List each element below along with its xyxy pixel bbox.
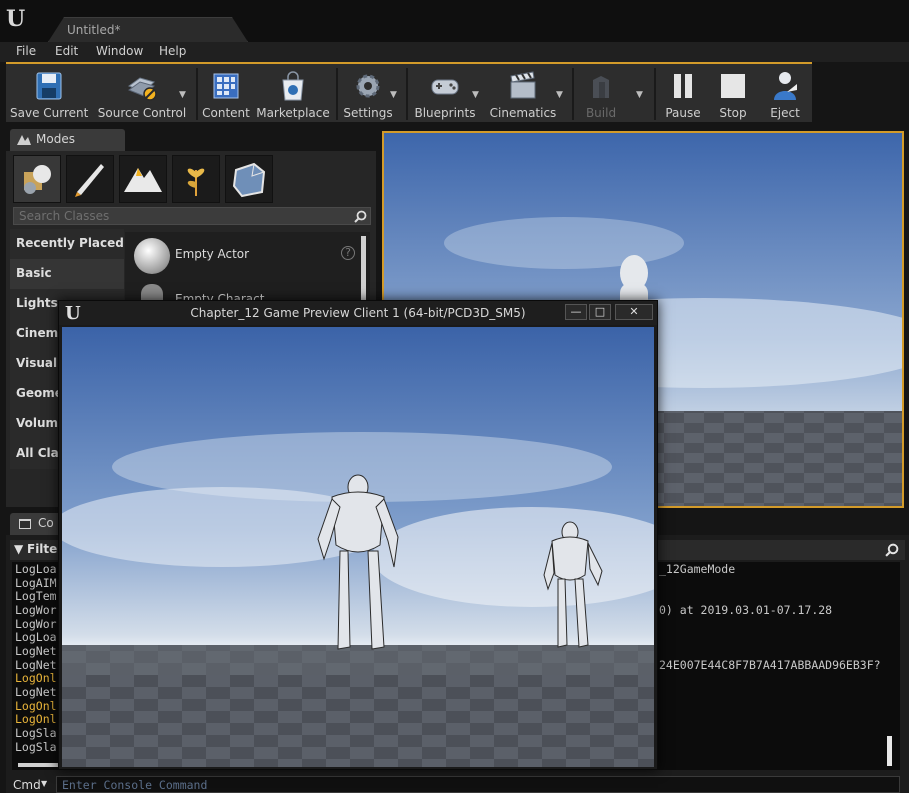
menu-bar: File Edit Window Help — [0, 42, 909, 62]
document-tab[interactable]: Untitled* — [48, 17, 248, 42]
source-control-button[interactable]: Source Control — [92, 66, 192, 122]
pause-icon — [674, 74, 692, 98]
toolbar-separator — [196, 68, 198, 120]
blueprints-icon — [431, 79, 459, 95]
game-preview-window[interactable]: U Chapter_12 Game Preview Client 1 (64-b… — [58, 300, 658, 770]
eject-button[interactable]: Eject — [760, 66, 810, 122]
eject-icon — [774, 72, 797, 100]
foliage-mode-icon[interactable] — [172, 155, 220, 203]
console-command-input[interactable]: Enter Console Command — [56, 776, 900, 793]
stop-button[interactable]: Stop — [710, 66, 756, 122]
log-line-tail: 0) at 2019.03.01-07.17.28 — [659, 603, 833, 617]
source-control-icon — [127, 77, 157, 101]
game-window-titlebar[interactable]: U Chapter_12 Game Preview Client 1 (64-b… — [59, 301, 657, 325]
console-icon — [19, 519, 31, 529]
log-line: LogSla — [15, 740, 57, 754]
geometry-mode-icon[interactable] — [225, 155, 273, 203]
content-icon — [213, 73, 239, 99]
log-line-warning: LogOnl — [15, 712, 57, 726]
pause-button[interactable]: Pause — [658, 66, 708, 122]
main-toolbar: Save Current Source Control ▼ Content Ma… — [6, 62, 812, 122]
filter-icon[interactable]: ▼ — [14, 542, 23, 556]
category-basic[interactable]: Basic — [10, 259, 124, 289]
marketplace-button[interactable]: Marketplace — [254, 66, 332, 122]
chevron-down-icon[interactable]: ▼ — [179, 90, 186, 100]
paint-mode-icon[interactable] — [66, 155, 114, 203]
toolbar-separator — [406, 68, 408, 120]
scrollbar[interactable] — [361, 236, 366, 310]
close-button[interactable]: ✕ — [615, 304, 653, 320]
stop-icon — [721, 74, 745, 98]
search-icon — [354, 210, 367, 223]
scrollbar[interactable] — [887, 736, 892, 766]
menu-window[interactable]: Window — [96, 44, 143, 58]
chevron-down-icon[interactable]: ▼ — [472, 90, 479, 100]
help-icon[interactable]: ? — [341, 246, 355, 260]
menu-edit[interactable]: Edit — [55, 44, 78, 58]
menu-help[interactable]: Help — [159, 44, 186, 58]
search-classes-input[interactable]: Search Classes — [13, 207, 371, 225]
landscape-mode-icon[interactable] — [119, 155, 167, 203]
unreal-logo-icon: U — [6, 6, 26, 32]
toolbar-separator — [336, 68, 338, 120]
modes-tab[interactable]: Modes — [10, 129, 125, 151]
build-icon — [593, 76, 609, 98]
cinematics-icon — [510, 71, 536, 99]
build-button[interactable]: Build — [576, 66, 626, 122]
game-viewport[interactable] — [62, 327, 654, 767]
log-line: LogNet — [15, 644, 57, 658]
settings-icon — [356, 74, 380, 98]
modes-icon — [17, 135, 31, 145]
log-line-tail: _12GameMode — [659, 562, 736, 576]
log-line: LogLoa — [15, 630, 57, 644]
toolbar-separator — [572, 68, 574, 120]
chevron-down-icon[interactable]: ▼ — [636, 90, 643, 100]
empty-actor-icon — [134, 238, 170, 274]
log-line: LogNet — [15, 685, 57, 699]
toolbar-separator — [654, 68, 656, 120]
category-recently-placed[interactable]: Recently Placed — [10, 229, 124, 259]
document-tab-label: Untitled* — [67, 23, 121, 37]
place-mode-icon[interactable] — [13, 155, 61, 203]
modes-tab-label: Modes — [36, 132, 75, 146]
chevron-down-icon[interactable]: ▼ — [556, 90, 563, 100]
settings-button[interactable]: Settings — [340, 66, 396, 122]
save-current-button[interactable]: Save Current — [10, 66, 88, 122]
horizontal-scrollbar[interactable] — [18, 763, 58, 767]
cinematics-button[interactable]: Cinematics — [486, 66, 560, 122]
chevron-down-icon[interactable]: ▼ — [390, 90, 397, 100]
marketplace-icon — [282, 71, 304, 101]
log-line: LogTem — [15, 589, 57, 603]
blueprints-button[interactable]: Blueprints — [410, 66, 480, 122]
log-line: LogWor — [15, 603, 57, 617]
maximize-button[interactable]: □ — [589, 304, 611, 320]
title-bar: U Untitled* — [0, 0, 909, 42]
save-icon — [36, 72, 62, 100]
search-icon[interactable] — [885, 543, 899, 557]
console-tab-label: Co — [38, 516, 54, 530]
cmd-dropdown[interactable]: Cmd — [13, 778, 41, 792]
content-button[interactable]: Content — [200, 66, 252, 122]
menu-file[interactable]: File — [16, 44, 36, 58]
log-line: LogLoa — [15, 562, 57, 576]
log-line-tail: 24E007E44C8F7B7A417ABBAAD96EB3F? — [659, 658, 881, 672]
log-line: LogSla — [15, 726, 57, 740]
actor-item-label[interactable]: Empty Actor — [175, 247, 249, 261]
log-line-warning: LogOnl — [15, 671, 57, 685]
chevron-down-icon[interactable]: ▼ — [41, 779, 47, 788]
minimize-button[interactable]: — — [565, 304, 587, 320]
